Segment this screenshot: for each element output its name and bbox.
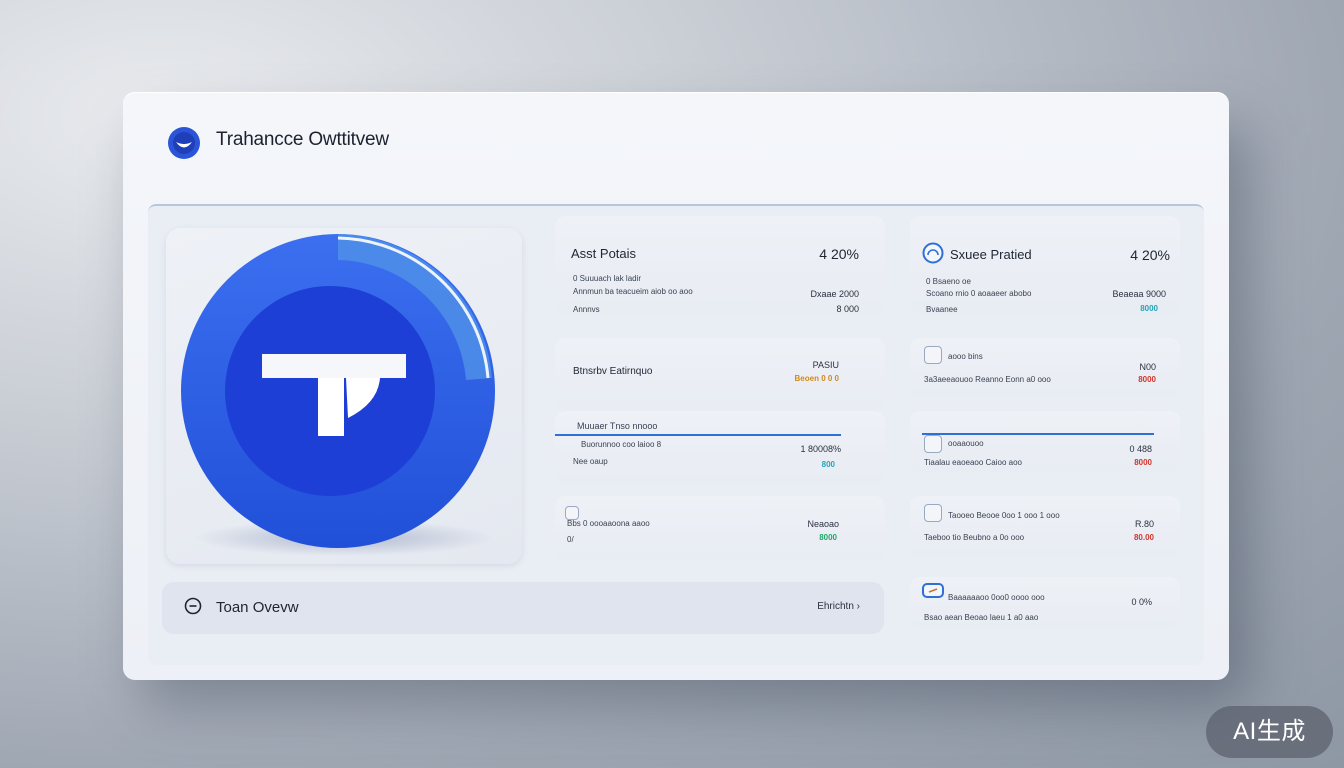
right-tile-5[interactable]: Baaaaaaoo 0oo0 oooo ooo Bsao aean Beoao … [910, 577, 1180, 629]
right-tile-3[interactable]: ooaaouoo Tiaalau eaoeaoo Caioo aoo 0 488… [910, 411, 1180, 473]
score-tile-line1: 0 Bsaeno oe [926, 277, 971, 286]
right-tile-3-line1: ooaaouoo [948, 439, 984, 448]
app-window: Trahancce Owttitvew Toan Ovevw Ehrichtn … [123, 92, 1229, 680]
market-tile-divider [555, 434, 841, 436]
right-tile-3-num2: 8000 [1134, 458, 1152, 467]
right-tile-5-num1: 0 0% [1131, 597, 1152, 607]
balance-tile-num2: Beoen 0 0 0 [794, 374, 839, 383]
gauge-icon [922, 242, 944, 264]
overview-link[interactable]: Ehrichtn › [817, 601, 860, 612]
summary-tile-num1: Neaoao [807, 519, 839, 529]
dashboard-panel: T Toan Ovevw Ehrichtn › Asst Potais 4 20… [148, 204, 1204, 665]
blue-circle-logo [168, 127, 200, 159]
summary-tile-num2: 8000 [819, 533, 837, 542]
market-tile[interactable]: Muuaer Tnso nnooo Buorunnoo coo laioo 8 … [555, 411, 885, 485]
market-tile-line1: Buorunnoo coo laioo 8 [581, 440, 662, 449]
asset-tile-line2: Annmun ba teacueim aiob oo aoo [573, 287, 693, 296]
score-tile-num2: 8000 [1140, 304, 1158, 313]
app-title: Trahancce Owttitvew [216, 129, 389, 150]
right-tile-2[interactable]: aooo bins 3a3aeeaouoo Reanno Eonn a0 ooo… [910, 338, 1180, 398]
market-tile-num2: 800 [821, 460, 835, 469]
right-tile-5-line2: Bsao aean Beoao laeu 1 a0 aao [924, 613, 1039, 622]
market-tile-line2: Nee oaup [573, 457, 608, 466]
right-tile-2-icon [924, 346, 942, 364]
right-tile-4-num2: 80.00 [1133, 533, 1154, 542]
t-logo-icon [181, 234, 495, 556]
asset-tile-line1: 0 Suuuach lak ladir [573, 274, 642, 283]
right-tile-4-icon [924, 504, 942, 522]
right-tile-2-num1: N00 [1139, 362, 1156, 372]
asset-tile[interactable]: Asst Potais 4 20% 0 Suuuach lak ladir An… [555, 216, 885, 314]
hero-logo-card: T [166, 228, 522, 564]
score-tile-title: Sxuee Pratied [950, 247, 1032, 262]
right-tile-2-num2: 8000 [1138, 375, 1156, 384]
right-tile-4-line2: Taeboo tio Beubno a 0o ooo [924, 533, 1025, 542]
asset-tile-num1: Dxaae 2000 [810, 289, 859, 299]
right-tile-3-line2: Tiaalau eaoeaoo Caioo aoo [924, 458, 1023, 467]
circle-minus-icon[interactable] [184, 597, 202, 615]
score-tile[interactable]: Sxuee Pratied 4 20% 0 Bsaeno oe Scoano r… [910, 216, 1180, 314]
summary-tile-icon [565, 506, 579, 520]
balance-tile-title: Btnsrbv Eatirnquo [573, 366, 653, 377]
score-tile-line3: Bvaanee [926, 305, 958, 314]
overview-label: Toan Ovevw [216, 599, 299, 616]
score-tile-num1: Beaeaa 9000 [1112, 289, 1166, 299]
chat-icon [922, 583, 944, 598]
right-tile-3-icon [924, 435, 942, 453]
market-tile-title: Muuaer Tnso nnooo [577, 421, 658, 431]
summary-tile-line2: 0/ [567, 535, 574, 544]
market-tile-num1: 1 80008% [800, 444, 841, 454]
balance-tile-num1: PASIU [812, 360, 839, 370]
summary-tile[interactable]: Bbs 0 oooaaoona aaoo 0/ Neaoao 8000 [555, 496, 885, 560]
right-tile-3-num1: 0 488 [1129, 444, 1152, 454]
score-tile-line2: Scoano rnio 0 aoaaeer abobo [926, 289, 1032, 298]
right-tile-5-line1: Baaaaaaoo 0oo0 oooo ooo [948, 593, 1045, 602]
right-tile-3-divider [922, 433, 1154, 435]
right-tile-4-num1: R.80 [1134, 519, 1154, 529]
asset-tile-title: Asst Potais [571, 246, 637, 261]
right-tile-2-line2: 3a3aeeaouoo Reanno Eonn a0 ooo [924, 375, 1051, 384]
right-tile-2-line1: aooo bins [948, 352, 983, 361]
right-tile-4-line1: Taooeo Beooe 0oo 1 ooo 1 ooo [948, 511, 1060, 520]
balance-tile[interactable]: Btnsrbv Eatirnquo PASIU Beoen 0 0 0 [555, 338, 885, 410]
summary-tile-line1: Bbs 0 oooaaoona aaoo [567, 519, 650, 528]
right-tile-4[interactable]: Taooeo Beooe 0oo 1 ooo 1 ooo Taeboo tio … [910, 496, 1180, 558]
overview-bar[interactable]: Toan Ovevw Ehrichtn › [162, 582, 884, 634]
asset-tile-line3: Annnvs [573, 305, 600, 314]
asset-tile-value: 4 20% [819, 246, 859, 262]
score-tile-value: 4 20% [1130, 247, 1170, 263]
ai-generated-badge: AI生成 [1206, 706, 1333, 758]
asset-tile-num2: 8 000 [836, 304, 859, 314]
